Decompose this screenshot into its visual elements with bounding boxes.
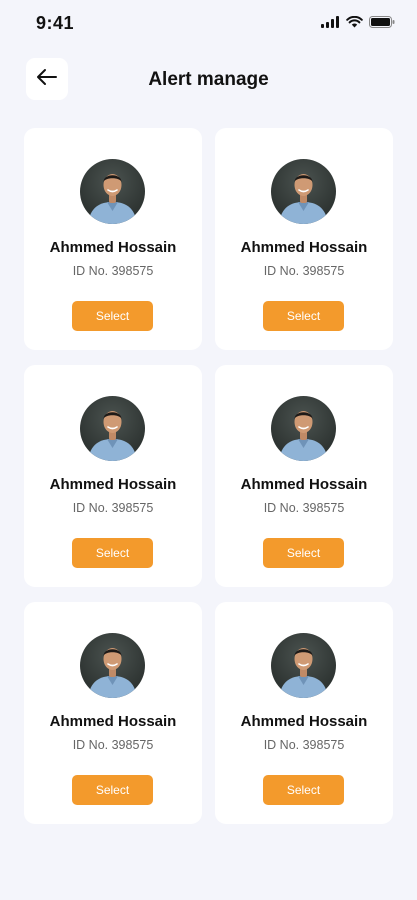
signal-icon <box>321 15 340 33</box>
avatar <box>80 633 145 698</box>
person-card: Ahmmed Hossain ID No. 398575 Select <box>24 602 202 824</box>
person-card: Ahmmed Hossain ID No. 398575 Select <box>215 602 393 824</box>
person-card: Ahmmed Hossain ID No. 398575 Select <box>24 128 202 350</box>
avatar <box>271 159 336 224</box>
select-button[interactable]: Select <box>263 301 344 331</box>
select-button[interactable]: Select <box>263 538 344 568</box>
person-id: ID No. 398575 <box>72 501 154 515</box>
battery-icon <box>369 15 395 33</box>
avatar <box>271 633 336 698</box>
person-name: Ahmmed Hossain <box>240 713 368 730</box>
person-name: Ahmmed Hossain <box>240 476 368 493</box>
select-button[interactable]: Select <box>263 775 344 805</box>
person-id: ID No. 398575 <box>263 501 345 515</box>
person-id: ID No. 398575 <box>263 738 345 752</box>
person-name: Ahmmed Hossain <box>49 239 177 256</box>
status-time: 9:41 <box>36 13 75 33</box>
select-button[interactable]: Select <box>72 301 153 331</box>
header: Alert manage <box>0 56 417 102</box>
person-name: Ahmmed Hossain <box>49 476 177 493</box>
avatar <box>271 396 336 461</box>
person-card: Ahmmed Hossain ID No. 398575 Select <box>24 365 202 587</box>
person-id: ID No. 398575 <box>72 738 154 752</box>
person-card: Ahmmed Hossain ID No. 398575 Select <box>215 128 393 350</box>
person-id: ID No. 398575 <box>263 264 345 278</box>
select-button[interactable]: Select <box>72 775 153 805</box>
status-icons <box>321 15 395 33</box>
person-card: Ahmmed Hossain ID No. 398575 Select <box>215 365 393 587</box>
status-bar: 9:41 <box>0 0 417 48</box>
person-id: ID No. 398575 <box>72 264 154 278</box>
wifi-icon <box>346 15 363 33</box>
avatar <box>80 396 145 461</box>
avatar <box>80 159 145 224</box>
page-title: Alert manage <box>148 69 269 90</box>
select-button[interactable]: Select <box>72 538 153 568</box>
person-name: Ahmmed Hossain <box>240 239 368 256</box>
person-name: Ahmmed Hossain <box>49 713 177 730</box>
people-grid: Ahmmed Hossain ID No. 398575 Select Ahmm… <box>24 128 393 824</box>
